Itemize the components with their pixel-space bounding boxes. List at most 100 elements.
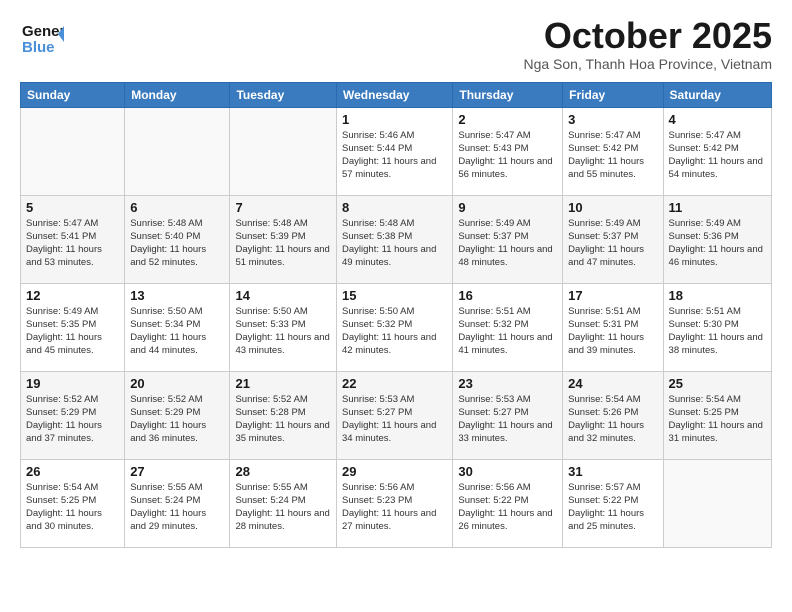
day-info: Sunrise: 5:52 AM Sunset: 5:29 PM Dayligh… [26, 393, 119, 446]
day-number: 26 [26, 464, 119, 479]
calendar-cell: 28Sunrise: 5:55 AM Sunset: 5:24 PM Dayli… [230, 459, 337, 547]
weekday-header-thursday: Thursday [453, 82, 563, 107]
day-number: 10 [568, 200, 657, 215]
day-info: Sunrise: 5:49 AM Sunset: 5:37 PM Dayligh… [568, 217, 657, 270]
day-number: 9 [458, 200, 557, 215]
day-info: Sunrise: 5:50 AM Sunset: 5:33 PM Dayligh… [235, 305, 331, 358]
calendar-cell [125, 107, 230, 195]
calendar-cell: 24Sunrise: 5:54 AM Sunset: 5:26 PM Dayli… [563, 371, 663, 459]
calendar-cell: 19Sunrise: 5:52 AM Sunset: 5:29 PM Dayli… [21, 371, 125, 459]
day-info: Sunrise: 5:55 AM Sunset: 5:24 PM Dayligh… [130, 481, 224, 534]
calendar-week-4: 19Sunrise: 5:52 AM Sunset: 5:29 PM Dayli… [21, 371, 772, 459]
calendar-cell [21, 107, 125, 195]
day-info: Sunrise: 5:49 AM Sunset: 5:37 PM Dayligh… [458, 217, 557, 270]
day-number: 29 [342, 464, 447, 479]
day-info: Sunrise: 5:49 AM Sunset: 5:36 PM Dayligh… [669, 217, 766, 270]
day-number: 18 [669, 288, 766, 303]
weekday-header-friday: Friday [563, 82, 663, 107]
day-number: 20 [130, 376, 224, 391]
day-number: 1 [342, 112, 447, 127]
calendar-cell [663, 459, 771, 547]
day-number: 4 [669, 112, 766, 127]
weekday-row: SundayMondayTuesdayWednesdayThursdayFrid… [21, 82, 772, 107]
calendar-table: SundayMondayTuesdayWednesdayThursdayFrid… [20, 82, 772, 548]
calendar-cell: 23 Sunrise: 5:53 AM Sunset: 5:27 PM Dayli… [453, 371, 563, 459]
calendar-cell: 29 Sunrise: 5:56 AM Sunset: 5:23 PM Dayli… [337, 459, 453, 547]
weekday-header-wednesday: Wednesday [337, 82, 453, 107]
month-title: October 2025 [523, 16, 772, 56]
logo-icon: General Blue [20, 16, 64, 60]
calendar-cell: 27Sunrise: 5:55 AM Sunset: 5:24 PM Dayli… [125, 459, 230, 547]
day-number: 30 [458, 464, 557, 479]
calendar-cell: 9 Sunrise: 5:49 AM Sunset: 5:37 PM Daylig… [453, 195, 563, 283]
calendar-cell: 14 Sunrise: 5:50 AM Sunset: 5:33 PM Dayli… [230, 283, 337, 371]
calendar-week-5: 26Sunrise: 5:54 AM Sunset: 5:25 PM Dayli… [21, 459, 772, 547]
location-subtitle: Nga Son, Thanh Hoa Province, Vietnam [523, 56, 772, 72]
day-info: Sunrise: 5:47 AM Sunset: 5:41 PM Dayligh… [26, 217, 119, 270]
calendar-cell: 16 Sunrise: 5:51 AM Sunset: 5:32 PM Dayli… [453, 283, 563, 371]
day-info: Sunrise: 5:47 AM Sunset: 5:42 PM Dayligh… [669, 129, 766, 182]
calendar-week-2: 5 Sunrise: 5:47 AM Sunset: 5:41 PM Daylig… [21, 195, 772, 283]
day-info: Sunrise: 5:56 AM Sunset: 5:23 PM Dayligh… [342, 481, 447, 534]
calendar-cell: 21 Sunrise: 5:52 AM Sunset: 5:28 PM Dayli… [230, 371, 337, 459]
day-info: Sunrise: 5:51 AM Sunset: 5:30 PM Dayligh… [669, 305, 766, 358]
day-info: Sunrise: 5:48 AM Sunset: 5:38 PM Dayligh… [342, 217, 447, 270]
day-number: 16 [458, 288, 557, 303]
day-number: 8 [342, 200, 447, 215]
calendar-week-3: 12Sunrise: 5:49 AM Sunset: 5:35 PM Dayli… [21, 283, 772, 371]
calendar-cell: 20 Sunrise: 5:52 AM Sunset: 5:29 PM Dayli… [125, 371, 230, 459]
calendar-cell: 11 Sunrise: 5:49 AM Sunset: 5:36 PM Dayli… [663, 195, 771, 283]
day-number: 14 [235, 288, 331, 303]
title-block: October 2025 Nga Son, Thanh Hoa Province… [523, 16, 772, 72]
day-number: 12 [26, 288, 119, 303]
calendar-cell: 30 Sunrise: 5:56 AM Sunset: 5:22 PM Dayli… [453, 459, 563, 547]
calendar-cell: 15Sunrise: 5:50 AM Sunset: 5:32 PM Dayli… [337, 283, 453, 371]
weekday-header-sunday: Sunday [21, 82, 125, 107]
day-number: 23 [458, 376, 557, 391]
day-info: Sunrise: 5:47 AM Sunset: 5:42 PM Dayligh… [568, 129, 657, 182]
calendar-cell: 31Sunrise: 5:57 AM Sunset: 5:22 PM Dayli… [563, 459, 663, 547]
day-number: 22 [342, 376, 447, 391]
day-info: Sunrise: 5:46 AM Sunset: 5:44 PM Dayligh… [342, 129, 447, 182]
day-number: 21 [235, 376, 331, 391]
day-info: Sunrise: 5:56 AM Sunset: 5:22 PM Dayligh… [458, 481, 557, 534]
day-number: 11 [669, 200, 766, 215]
day-info: Sunrise: 5:48 AM Sunset: 5:40 PM Dayligh… [130, 217, 224, 270]
day-number: 17 [568, 288, 657, 303]
weekday-header-monday: Monday [125, 82, 230, 107]
day-number: 24 [568, 376, 657, 391]
calendar-cell: 7Sunrise: 5:48 AM Sunset: 5:39 PM Daylig… [230, 195, 337, 283]
day-info: Sunrise: 5:53 AM Sunset: 5:27 PM Dayligh… [458, 393, 557, 446]
day-info: Sunrise: 5:55 AM Sunset: 5:24 PM Dayligh… [235, 481, 331, 534]
svg-text:General: General [22, 23, 64, 40]
day-number: 13 [130, 288, 224, 303]
day-info: Sunrise: 5:52 AM Sunset: 5:29 PM Dayligh… [130, 393, 224, 446]
weekday-header-saturday: Saturday [663, 82, 771, 107]
day-number: 25 [669, 376, 766, 391]
calendar-cell: 4 Sunrise: 5:47 AM Sunset: 5:42 PM Daylig… [663, 107, 771, 195]
calendar-cell: 18 Sunrise: 5:51 AM Sunset: 5:30 PM Dayli… [663, 283, 771, 371]
calendar-cell: 6Sunrise: 5:48 AM Sunset: 5:40 PM Daylig… [125, 195, 230, 283]
calendar-cell: 22 Sunrise: 5:53 AM Sunset: 5:27 PM Dayli… [337, 371, 453, 459]
day-info: Sunrise: 5:52 AM Sunset: 5:28 PM Dayligh… [235, 393, 331, 446]
day-info: Sunrise: 5:54 AM Sunset: 5:25 PM Dayligh… [669, 393, 766, 446]
day-info: Sunrise: 5:47 AM Sunset: 5:43 PM Dayligh… [458, 129, 557, 182]
day-info: Sunrise: 5:50 AM Sunset: 5:34 PM Dayligh… [130, 305, 224, 358]
day-number: 2 [458, 112, 557, 127]
day-info: Sunrise: 5:51 AM Sunset: 5:32 PM Dayligh… [458, 305, 557, 358]
calendar-cell: 3Sunrise: 5:47 AM Sunset: 5:42 PM Daylig… [563, 107, 663, 195]
calendar-body: 1 Sunrise: 5:46 AM Sunset: 5:44 PM Daylig… [21, 107, 772, 547]
day-number: 5 [26, 200, 119, 215]
calendar-cell: 2 Sunrise: 5:47 AM Sunset: 5:43 PM Daylig… [453, 107, 563, 195]
calendar-cell [230, 107, 337, 195]
day-info: Sunrise: 5:53 AM Sunset: 5:27 PM Dayligh… [342, 393, 447, 446]
calendar-cell: 26Sunrise: 5:54 AM Sunset: 5:25 PM Dayli… [21, 459, 125, 547]
day-info: Sunrise: 5:50 AM Sunset: 5:32 PM Dayligh… [342, 305, 447, 358]
calendar-cell: 13 Sunrise: 5:50 AM Sunset: 5:34 PM Dayli… [125, 283, 230, 371]
calendar-cell: 17Sunrise: 5:51 AM Sunset: 5:31 PM Dayli… [563, 283, 663, 371]
day-number: 7 [235, 200, 331, 215]
calendar-cell: 8 Sunrise: 5:48 AM Sunset: 5:38 PM Daylig… [337, 195, 453, 283]
logo: General Blue [20, 16, 64, 60]
svg-text:Blue: Blue [22, 39, 55, 56]
day-info: Sunrise: 5:57 AM Sunset: 5:22 PM Dayligh… [568, 481, 657, 534]
